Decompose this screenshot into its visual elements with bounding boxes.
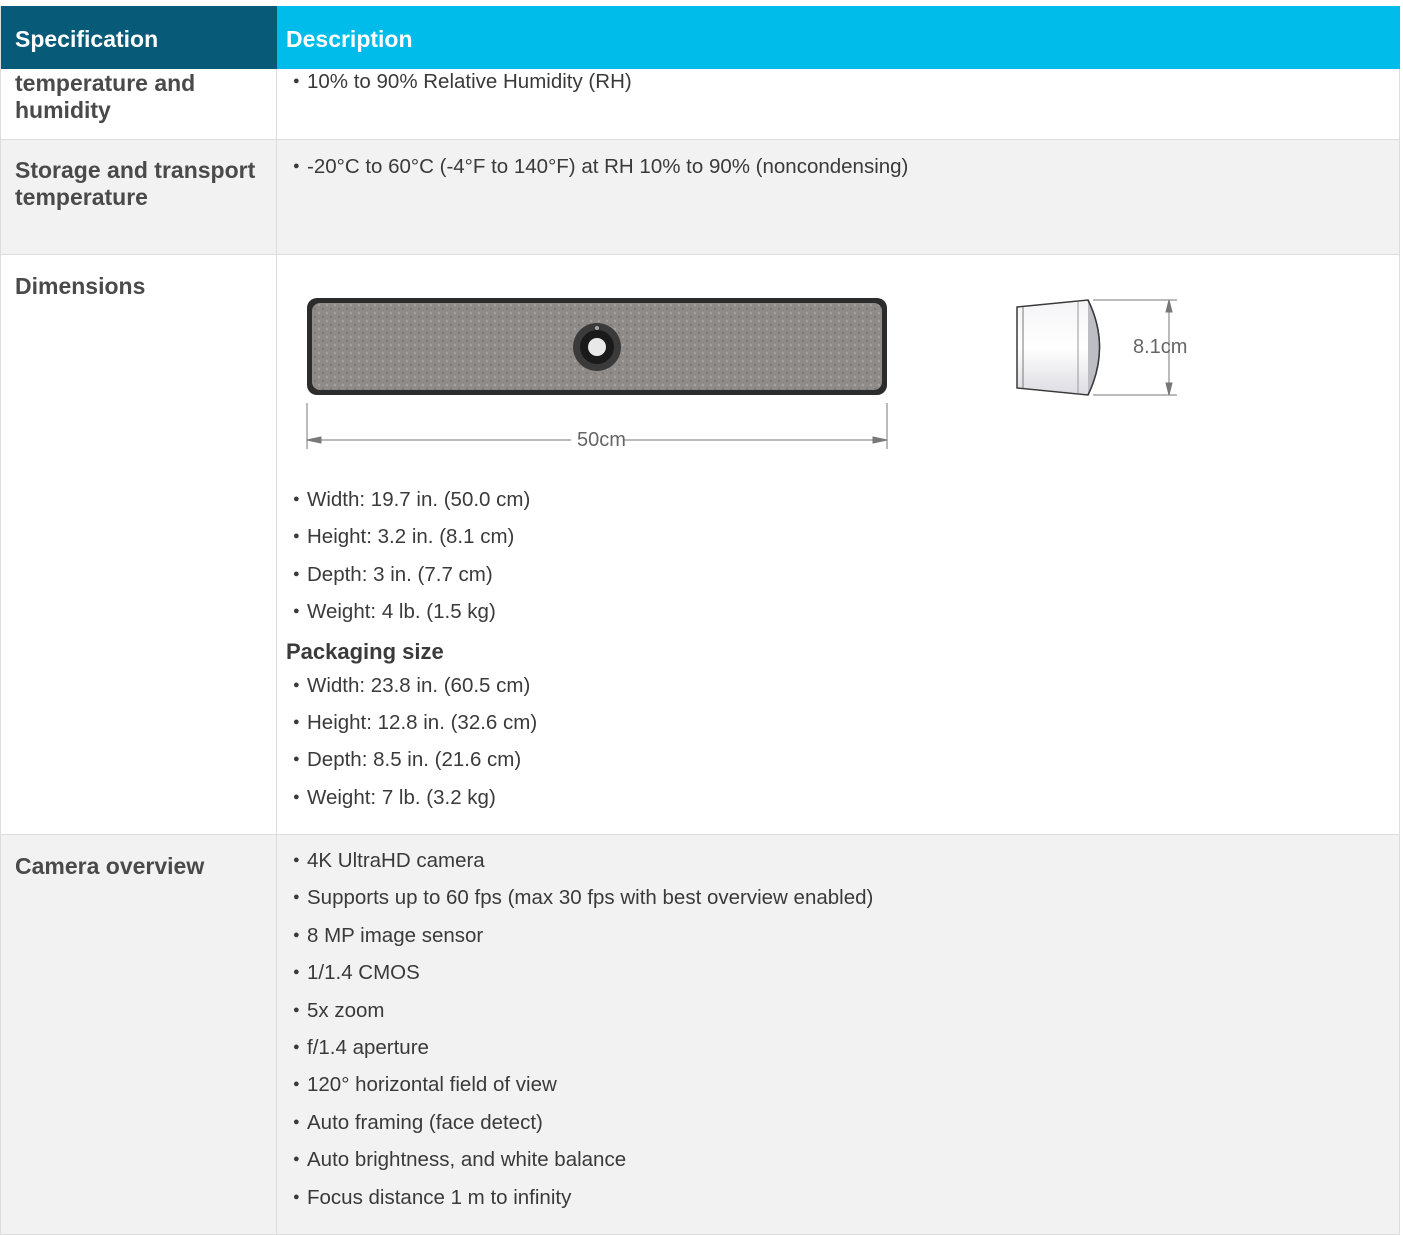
row-spec-label: Storage and transport temperature bbox=[1, 140, 277, 254]
width-dimension-label: 50cm bbox=[577, 429, 626, 451]
list-item: Weight: 7 lb. (3.2 kg) bbox=[293, 779, 1399, 817]
row-description: 10% to 90% Relative Humidity (RH) bbox=[277, 63, 1400, 139]
row-description: 4K UltraHD camera Supports up to 60 fps … bbox=[277, 835, 1400, 1234]
list-item: -20°C to 60°C (-4°F to 140°F) at RH 10% … bbox=[293, 148, 1399, 186]
list-item: 120° horizontal field of view bbox=[293, 1066, 1399, 1104]
row-spec-label: Dimensions bbox=[1, 255, 277, 834]
list-item: Height: 3.2 in. (8.1 cm) bbox=[293, 518, 1399, 556]
header-specification: Specification bbox=[1, 6, 277, 69]
list-item: 1/1.4 CMOS bbox=[293, 954, 1399, 992]
table-row: Camera overview 4K UltraHD camera Suppor… bbox=[1, 835, 1400, 1235]
list-item: 5x zoom bbox=[293, 992, 1399, 1030]
row-spec-label: Camera overview bbox=[1, 835, 277, 1234]
header-description: Description bbox=[277, 6, 1400, 69]
list-item: 8 MP image sensor bbox=[293, 917, 1399, 955]
table-row: Storage and transport temperature -20°C … bbox=[1, 140, 1400, 255]
side-view bbox=[1016, 299, 1101, 396]
list-item: Focus distance 1 m to infinity bbox=[293, 1179, 1399, 1217]
list-item: Auto brightness, and white balance bbox=[293, 1141, 1399, 1179]
list-item: Depth: 8.5 in. (21.6 cm) bbox=[293, 741, 1399, 779]
height-dimension-label: 8.1cm bbox=[1133, 336, 1188, 358]
dimensions-drawing: 50cm 8.1cm bbox=[293, 255, 1393, 477]
list-item: 4K UltraHD camera bbox=[293, 842, 1399, 880]
table-row: Dimensions 50cm 8.1cm ● Width: 19.7 in. … bbox=[1, 255, 1400, 835]
list-item: 10% to 90% Relative Humidity (RH) bbox=[293, 63, 1399, 101]
packaging-size-heading: Packaging size bbox=[286, 638, 444, 664]
spec-table: Specification Description temperature an… bbox=[0, 6, 1400, 1235]
row-description: 50cm 8.1cm Width: 19.7 in. (50.0 cm) Hei… bbox=[277, 255, 1400, 834]
list-item: Supports up to 60 fps (max 30 fps with b… bbox=[293, 879, 1399, 917]
table-header: Specification Description bbox=[1, 6, 1400, 69]
list-item: Auto framing (face detect) bbox=[293, 1104, 1399, 1142]
row-description: -20°C to 60°C (-4°F to 140°F) at RH 10% … bbox=[277, 140, 1400, 254]
row-spec-label: temperature and humidity bbox=[1, 69, 277, 139]
list-item: Weight: 4 lb. (1.5 kg) bbox=[293, 593, 1399, 631]
list-item: f/1.4 aperture bbox=[293, 1029, 1399, 1067]
list-item: Height: 12.8 in. (32.6 cm) bbox=[293, 704, 1399, 742]
device-drawing bbox=[306, 298, 1177, 449]
list-item: Depth: 3 in. (7.7 cm) bbox=[293, 556, 1399, 594]
list-item: Width: 23.8 in. (60.5 cm) bbox=[293, 667, 1399, 705]
list-item: Width: 19.7 in. (50.0 cm) bbox=[293, 481, 1399, 519]
front-view bbox=[307, 298, 887, 395]
table-row: temperature and humidity 10% to 90% Rela… bbox=[1, 63, 1400, 140]
